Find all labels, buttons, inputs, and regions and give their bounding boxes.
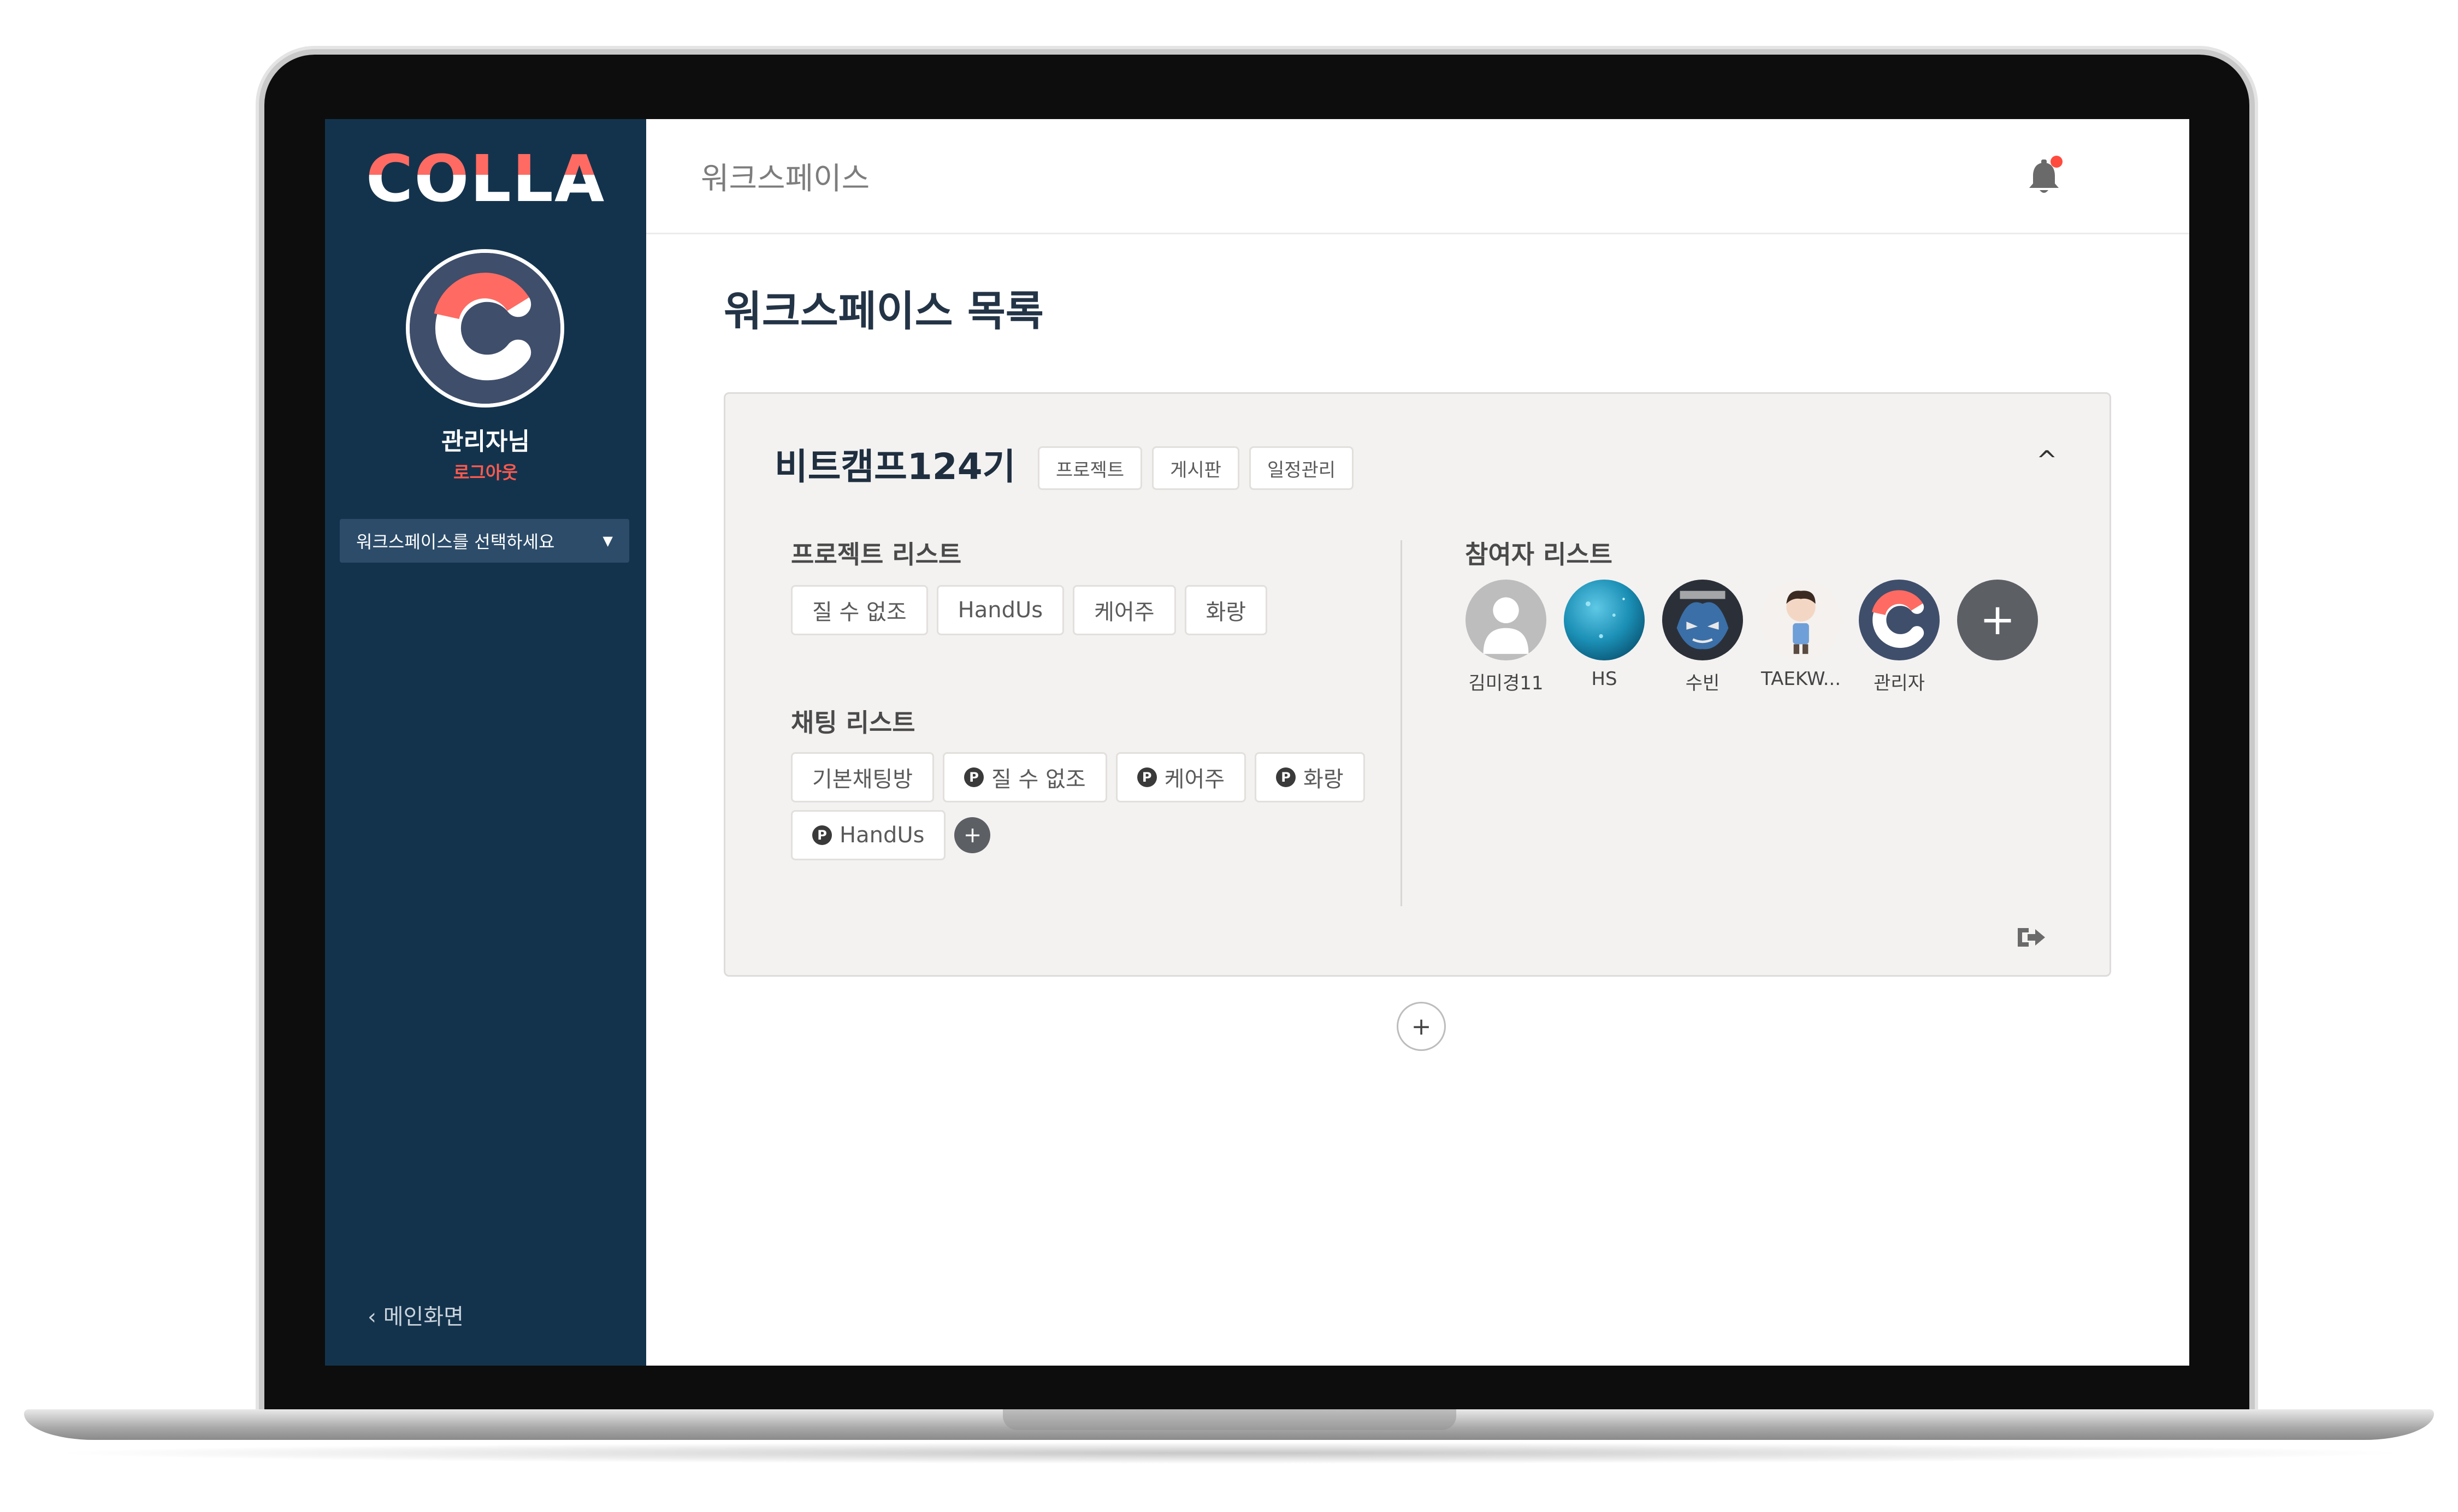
- project-chip[interactable]: 질 수 없조: [791, 585, 928, 635]
- member-name: 김미경11: [1468, 672, 1544, 694]
- member-item[interactable]: 김미경11: [1465, 580, 1547, 695]
- laptop-shadow: [44, 1442, 2414, 1464]
- sign-out-icon[interactable]: [2014, 924, 2047, 951]
- workspace-tabs: 프로젝트 게시판 일정관리: [1038, 446, 1354, 490]
- colla-logo[interactable]: COLLA: [325, 141, 646, 216]
- member-avatar: [1760, 580, 1841, 660]
- add-member-button[interactable]: +: [1957, 580, 2038, 660]
- add-workspace-button[interactable]: +: [1397, 1002, 1446, 1051]
- sidebar: COLLA 관리자님 로그아웃 워크스페이스를 선택하세요 ▼ ‹ 메인화면: [325, 119, 646, 1366]
- chat-chip[interactable]: P 케어주: [1115, 752, 1246, 802]
- project-chip[interactable]: 화랑: [1184, 585, 1268, 635]
- tab-board[interactable]: 게시판: [1152, 446, 1239, 490]
- add-chat-button[interactable]: +: [954, 817, 991, 853]
- chat-list-label: 채팅 리스트: [791, 708, 915, 737]
- topbar: 워크스페이스: [646, 119, 2189, 234]
- tab-schedule[interactable]: 일정관리: [1249, 446, 1354, 490]
- chat-chip-label: 케어주: [1164, 767, 1225, 792]
- project-chip[interactable]: HandUs: [936, 585, 1065, 635]
- member-item[interactable]: HS: [1563, 580, 1645, 695]
- chat-list: 기본채팅방 P 질 수 없조 P 케어주 P 화랑 P HandUs +: [791, 752, 1392, 860]
- project-chip[interactable]: 케어주: [1073, 585, 1176, 635]
- member-name: HS: [1591, 668, 1617, 690]
- project-badge-icon: P: [964, 767, 984, 787]
- member-name: 수빈: [1685, 672, 1720, 694]
- chevron-up-icon[interactable]: ^: [2036, 445, 2058, 475]
- main-screen-link[interactable]: ‹ 메인화면: [368, 1299, 464, 1331]
- chat-chip[interactable]: P HandUs: [791, 810, 946, 860]
- member-avatar: [1662, 580, 1743, 660]
- add-member-wrapper: +: [1957, 580, 2039, 695]
- project-badge-icon: P: [1137, 767, 1157, 787]
- member-name: TAEKW...: [1760, 668, 1841, 690]
- chat-chip[interactable]: P 화랑: [1255, 752, 1365, 802]
- page-title: 워크스페이스 목록: [724, 287, 1044, 335]
- laptop-notch: [1003, 1409, 1456, 1430]
- member-avatar: [1564, 580, 1645, 660]
- chat-chip-label: 화랑: [1303, 767, 1344, 792]
- profile-avatar[interactable]: [406, 249, 564, 407]
- workspace-select-label: 워크스페이스를 선택하세요: [356, 531, 555, 552]
- chat-chip-label: HandUs: [840, 823, 925, 848]
- workspace-card: 비트캠프124기 프로젝트 게시판 일정관리 ^ 프로젝트 리스트 질 수 없조…: [724, 392, 2111, 977]
- bell-icon[interactable]: [2025, 155, 2063, 199]
- member-item[interactable]: TAEKW...: [1760, 580, 1842, 695]
- logout-link[interactable]: 로그아웃: [325, 459, 646, 484]
- caret-down-icon: ▼: [602, 533, 613, 548]
- member-list: 김미경11 HS 수빈 TAEKW... 관리자 +: [1465, 580, 2039, 695]
- member-item[interactable]: 관리자: [1858, 580, 1940, 695]
- member-name: 관리자: [1874, 672, 1925, 694]
- main-screen-label: 메인화면: [383, 1304, 464, 1330]
- column-divider: [1401, 540, 1402, 906]
- member-avatar: [1859, 580, 1940, 660]
- project-badge-icon: P: [1276, 767, 1296, 787]
- chat-chip-label: 질 수 없조: [991, 767, 1086, 792]
- member-list-label: 참여자 리스트: [1465, 540, 1612, 569]
- workspace-name[interactable]: 비트캠프124기: [775, 438, 1015, 490]
- user-name: 관리자님: [441, 428, 530, 456]
- chat-chip-label: 기본채팅방: [812, 767, 913, 792]
- project-badge-icon: P: [812, 825, 832, 845]
- workspace-select[interactable]: 워크스페이스를 선택하세요 ▼: [340, 519, 629, 563]
- project-list-label: 프로젝트 리스트: [791, 540, 962, 569]
- member-item[interactable]: 수빈: [1662, 580, 1744, 695]
- app-screen: COLLA 관리자님 로그아웃 워크스페이스를 선택하세요 ▼ ‹ 메인화면 워…: [325, 119, 2189, 1366]
- project-list: 질 수 없조 HandUs 케어주 화랑: [791, 585, 1381, 635]
- notification-dot: [2051, 156, 2063, 168]
- chat-chip[interactable]: P 질 수 없조: [943, 752, 1107, 802]
- tab-project[interactable]: 프로젝트: [1038, 446, 1143, 490]
- chat-chip[interactable]: 기본채팅방: [791, 752, 934, 802]
- chevron-left-icon: ‹: [368, 1304, 376, 1330]
- topbar-title: 워크스페이스: [701, 161, 870, 197]
- member-avatar: [1466, 580, 1546, 660]
